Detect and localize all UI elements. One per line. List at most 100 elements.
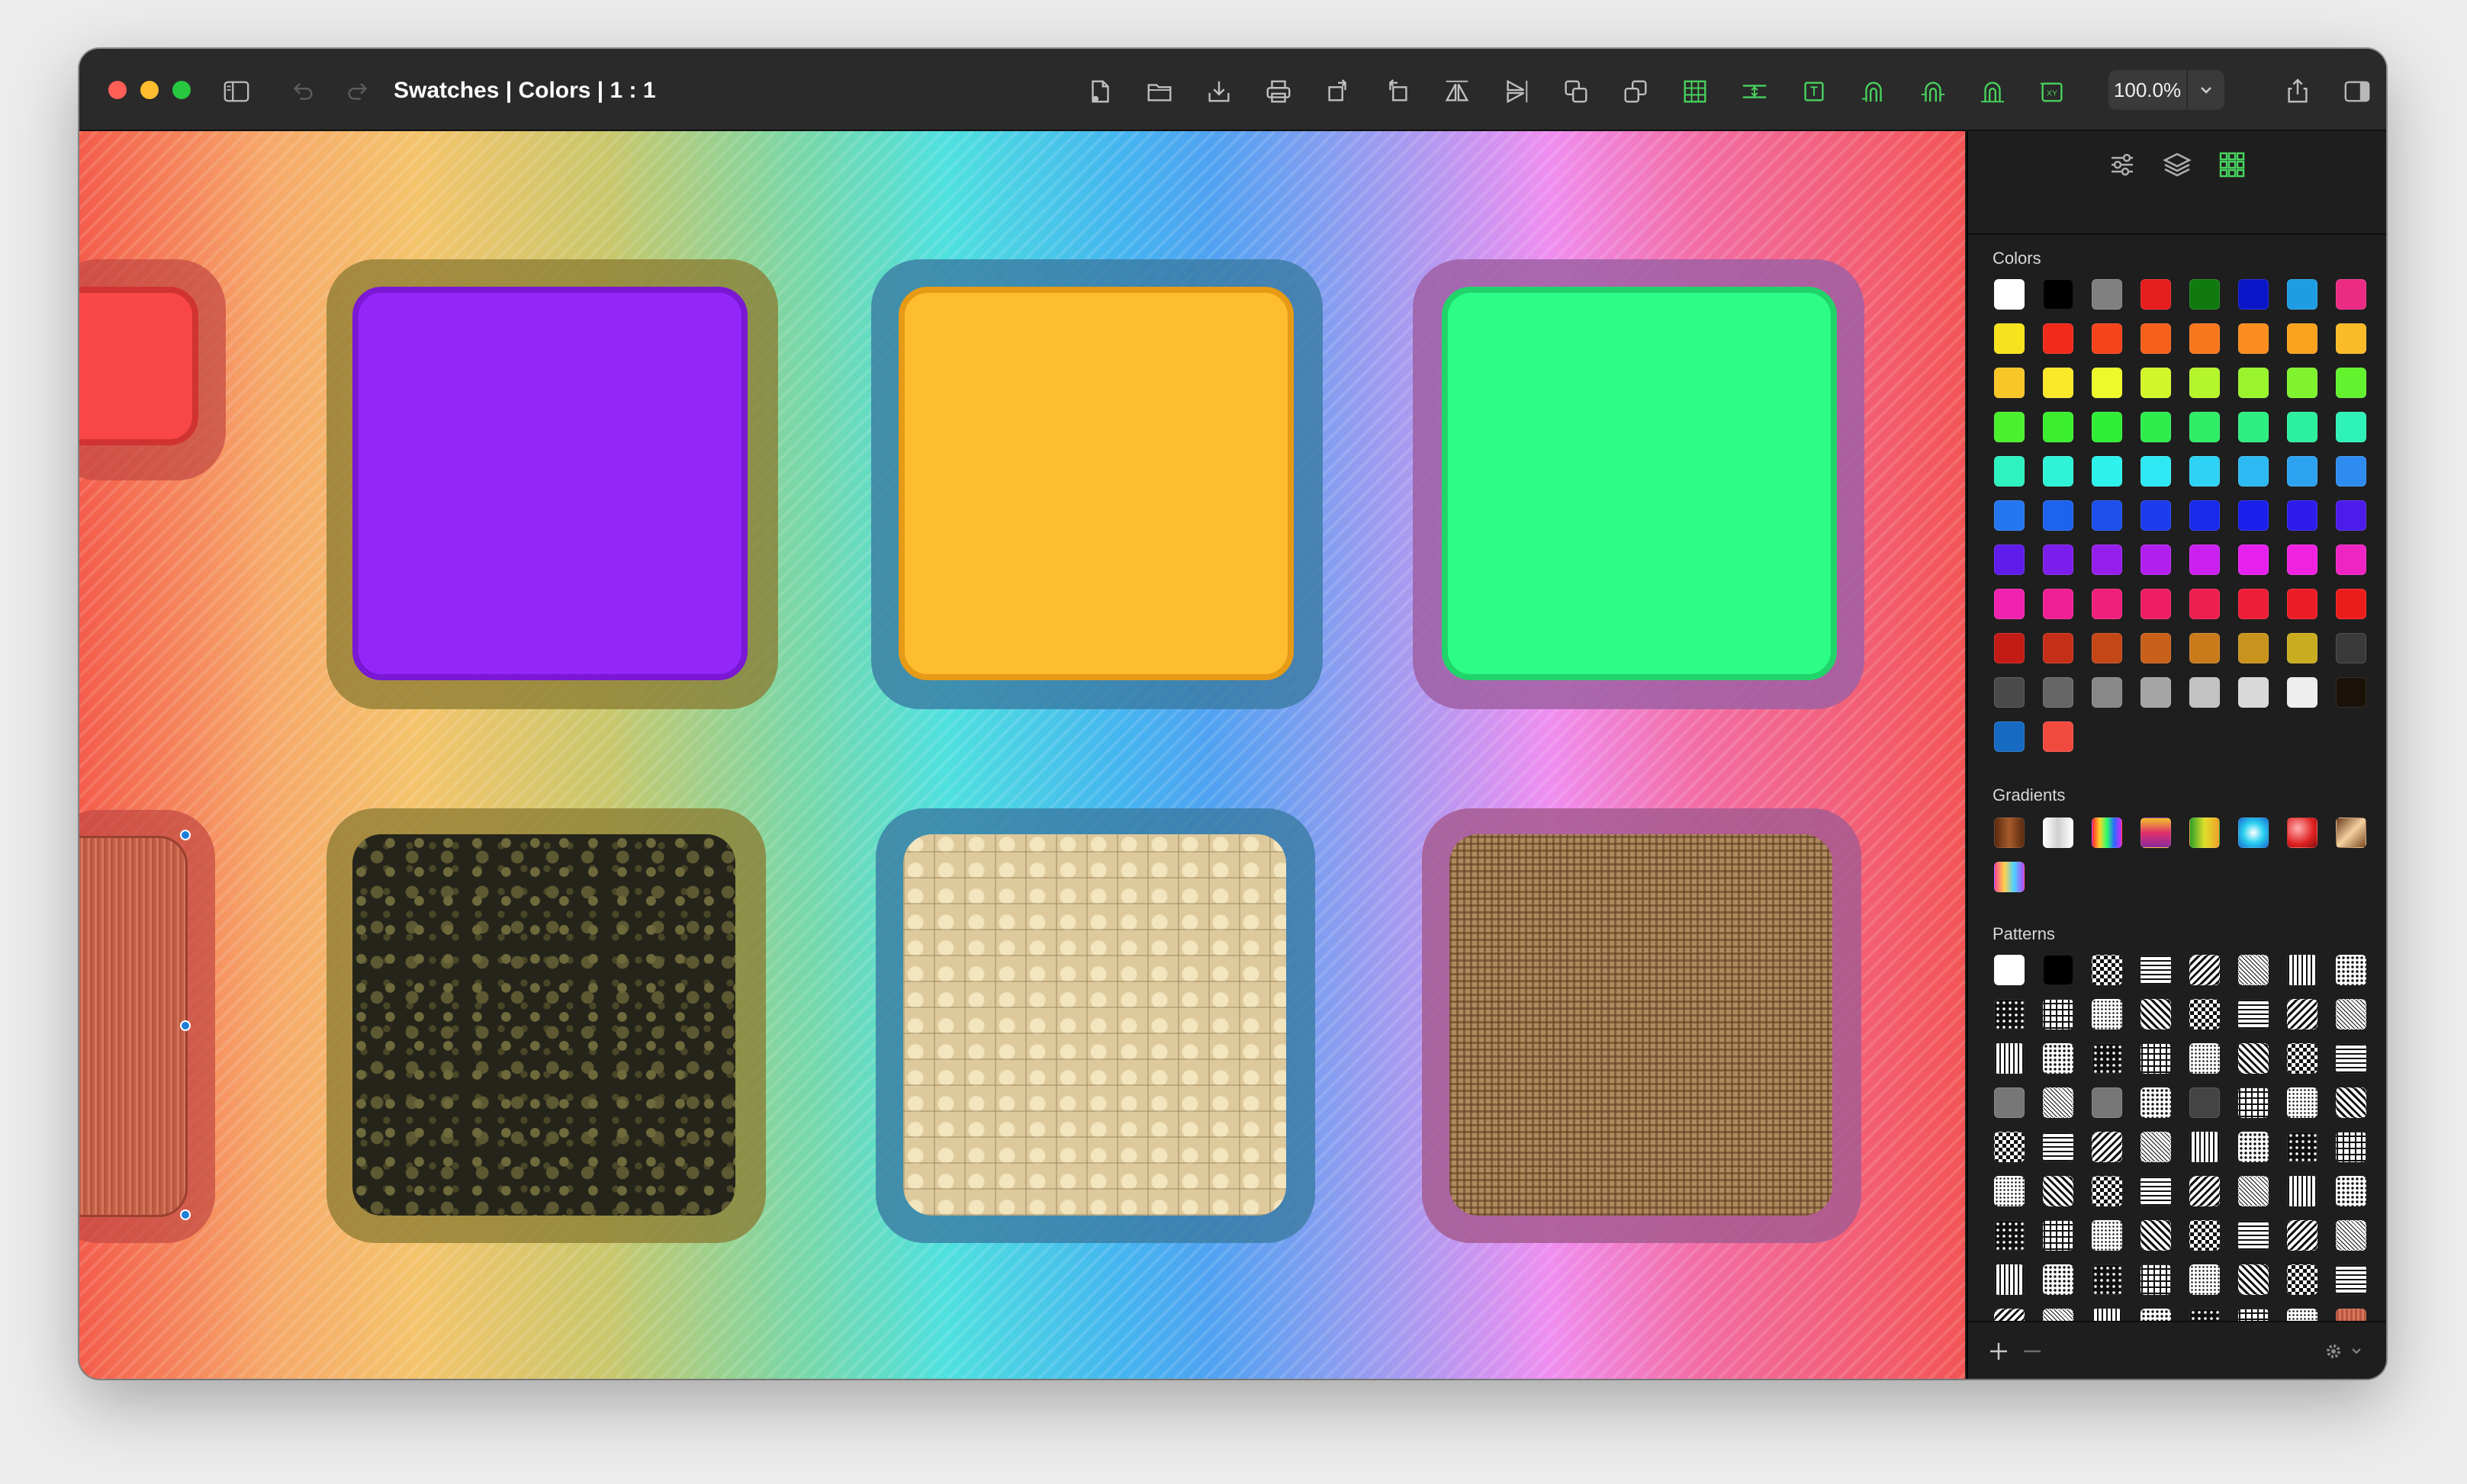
send-backward-icon[interactable] <box>1620 76 1651 107</box>
pattern-swatch[interactable] <box>2287 1043 2317 1074</box>
snap-icon[interactable] <box>1858 76 1889 107</box>
color-swatch[interactable] <box>2141 279 2171 310</box>
color-swatch[interactable] <box>2238 544 2269 575</box>
pattern-swatch[interactable] <box>2287 955 2317 985</box>
minimize-window-button[interactable] <box>140 81 159 99</box>
color-swatch[interactable] <box>2043 500 2073 531</box>
color-swatch[interactable] <box>2189 500 2220 531</box>
pattern-swatch[interactable] <box>2287 1132 2317 1162</box>
pattern-swatch[interactable] <box>2336 1220 2366 1251</box>
undo-icon[interactable] <box>287 76 317 107</box>
color-swatch[interactable] <box>2336 412 2366 442</box>
orange-swatch-tile[interactable] <box>899 287 1294 680</box>
pattern-swatch[interactable] <box>2141 1176 2171 1206</box>
pattern-swatch[interactable] <box>2238 1132 2269 1162</box>
color-swatch[interactable] <box>1994 721 2025 752</box>
color-swatch[interactable] <box>2141 456 2171 487</box>
pattern-swatch[interactable] <box>2189 1087 2220 1118</box>
color-swatch[interactable] <box>2141 633 2171 663</box>
pattern-swatch[interactable] <box>2336 955 2366 985</box>
flip-horizontal-icon[interactable] <box>1442 76 1472 107</box>
zoom-dropdown[interactable]: 100.0% <box>2108 70 2224 110</box>
color-swatch[interactable] <box>1994 677 2025 708</box>
gear-icon[interactable] <box>2321 1336 2369 1367</box>
zoom-window-button[interactable] <box>172 81 191 99</box>
pattern-swatch[interactable] <box>2043 1176 2073 1206</box>
color-swatch[interactable] <box>2336 368 2366 398</box>
color-swatch[interactable] <box>2189 677 2220 708</box>
color-swatch[interactable] <box>2238 500 2269 531</box>
color-swatch[interactable] <box>2141 323 2171 354</box>
open-folder-icon[interactable] <box>1144 76 1175 107</box>
color-swatch[interactable] <box>2092 633 2122 663</box>
color-swatch[interactable] <box>2238 323 2269 354</box>
color-swatch[interactable] <box>2238 589 2269 619</box>
pattern-swatch[interactable] <box>2336 1132 2366 1162</box>
pattern-swatch[interactable] <box>1994 1176 2025 1206</box>
color-swatch[interactable] <box>2189 544 2220 575</box>
purple-swatch-tile[interactable] <box>352 287 748 680</box>
color-swatch[interactable] <box>2336 544 2366 575</box>
pattern-swatch[interactable] <box>2141 955 2171 985</box>
pattern-swatch[interactable] <box>2189 1264 2220 1295</box>
pattern-swatch[interactable] <box>2141 1087 2171 1118</box>
gradient-swatch[interactable] <box>1994 817 2025 848</box>
color-swatch[interactable] <box>2189 412 2220 442</box>
color-swatch[interactable] <box>2141 677 2171 708</box>
color-swatch[interactable] <box>2189 323 2220 354</box>
sand-texture-tile[interactable] <box>903 834 1286 1216</box>
pattern-swatch[interactable] <box>2189 1176 2220 1206</box>
sidebar-toggle-icon[interactable] <box>221 76 252 107</box>
color-swatch[interactable] <box>2189 456 2220 487</box>
color-swatch[interactable] <box>2336 589 2366 619</box>
pattern-swatch[interactable] <box>2189 999 2220 1029</box>
color-swatch[interactable] <box>2141 589 2171 619</box>
pattern-swatch[interactable] <box>2141 1264 2171 1295</box>
color-swatch[interactable] <box>2092 456 2122 487</box>
pattern-swatch[interactable] <box>2043 1220 2073 1251</box>
pattern-swatch[interactable] <box>2287 999 2317 1029</box>
color-swatch[interactable] <box>1994 500 2025 531</box>
pattern-swatch[interactable] <box>2336 1264 2366 1295</box>
gradient-swatch[interactable] <box>2043 817 2073 848</box>
color-swatch[interactable] <box>2287 412 2317 442</box>
color-swatch[interactable] <box>2092 500 2122 531</box>
pattern-swatch[interactable] <box>2092 1132 2122 1162</box>
color-swatch[interactable] <box>2238 279 2269 310</box>
color-swatch[interactable] <box>2141 412 2171 442</box>
pattern-swatch[interactable] <box>2238 1087 2269 1118</box>
color-swatch[interactable] <box>2238 677 2269 708</box>
pattern-swatch[interactable] <box>1994 1043 2025 1074</box>
pattern-swatch[interactable] <box>2092 1043 2122 1074</box>
color-swatch[interactable] <box>2287 279 2317 310</box>
settings-icon[interactable] <box>2105 148 2139 181</box>
print-icon[interactable] <box>1263 76 1294 107</box>
color-swatch[interactable] <box>2189 368 2220 398</box>
pattern-swatch[interactable] <box>2141 1220 2171 1251</box>
pattern-swatch[interactable] <box>1994 955 2025 985</box>
pattern-swatch[interactable] <box>2287 1220 2317 1251</box>
inspector-toggle-icon[interactable] <box>2342 76 2372 107</box>
chevron-down-icon[interactable] <box>2188 70 2224 110</box>
pattern-swatch[interactable] <box>2141 1043 2171 1074</box>
gradient-swatch[interactable] <box>2336 817 2366 848</box>
pattern-swatch[interactable] <box>2238 1220 2269 1251</box>
snap-guides-icon[interactable] <box>1918 76 1948 107</box>
gradient-swatch[interactable] <box>2189 817 2220 848</box>
color-swatch[interactable] <box>2043 412 2073 442</box>
coordinates-icon[interactable]: XY <box>2037 76 2067 107</box>
color-swatch[interactable] <box>2287 633 2317 663</box>
gradient-swatch[interactable] <box>2238 817 2269 848</box>
color-swatch[interactable] <box>2238 368 2269 398</box>
pattern-swatch[interactable] <box>1994 1264 2025 1295</box>
swatches-grid-icon[interactable] <box>2215 148 2249 181</box>
color-swatch[interactable] <box>2287 456 2317 487</box>
pattern-swatch[interactable] <box>2141 999 2171 1029</box>
pattern-swatch[interactable] <box>2287 1176 2317 1206</box>
red-texture-tile[interactable] <box>79 836 188 1217</box>
canvas[interactable] <box>79 131 1965 1379</box>
color-swatch[interactable] <box>2189 633 2220 663</box>
color-swatch[interactable] <box>2336 633 2366 663</box>
color-swatch[interactable] <box>2043 544 2073 575</box>
color-swatch[interactable] <box>2189 279 2220 310</box>
